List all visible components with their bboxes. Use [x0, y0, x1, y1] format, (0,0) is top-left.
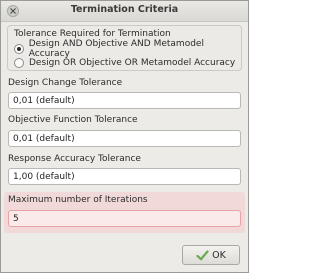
dialog-title: Termination Criteria	[70, 4, 179, 15]
design-change-label: Design Change Tolerance	[8, 78, 123, 88]
radio-button-and[interactable]	[14, 44, 24, 54]
radio-option-and[interactable]: Design AND Objective AND Metamodel Accur…	[14, 39, 241, 59]
checkmark-icon	[196, 249, 209, 260]
group-title: Tolerance Required for Termination	[14, 29, 171, 39]
title-bar: Termination Criteria	[1, 1, 248, 22]
radio-label-or: Design OR Objective OR Metamodel Accurac…	[29, 58, 236, 68]
max-iterations-label: Maximum number of Iterations	[8, 195, 148, 205]
ok-button-label: OK	[212, 249, 226, 261]
objective-function-input[interactable]	[8, 130, 241, 147]
response-accuracy-label: Response Accuracy Tolerance	[8, 154, 141, 164]
objective-function-label: Objective Function Tolerance	[8, 115, 138, 125]
design-change-input[interactable]	[8, 92, 241, 109]
radio-button-or[interactable]	[14, 58, 24, 68]
response-accuracy-input[interactable]	[8, 168, 241, 185]
radio-option-or[interactable]: Design OR Objective OR Metamodel Accurac…	[14, 57, 235, 69]
radio-label-and: Design AND Objective AND Metamodel Accur…	[28, 39, 204, 59]
termination-criteria-dialog: Termination Criteria Tolerance Required …	[0, 0, 249, 273]
max-iterations-input[interactable]	[8, 210, 241, 227]
tolerance-termination-group: Tolerance Required for Termination Desig…	[7, 25, 242, 71]
ok-button[interactable]: OK	[182, 245, 240, 265]
